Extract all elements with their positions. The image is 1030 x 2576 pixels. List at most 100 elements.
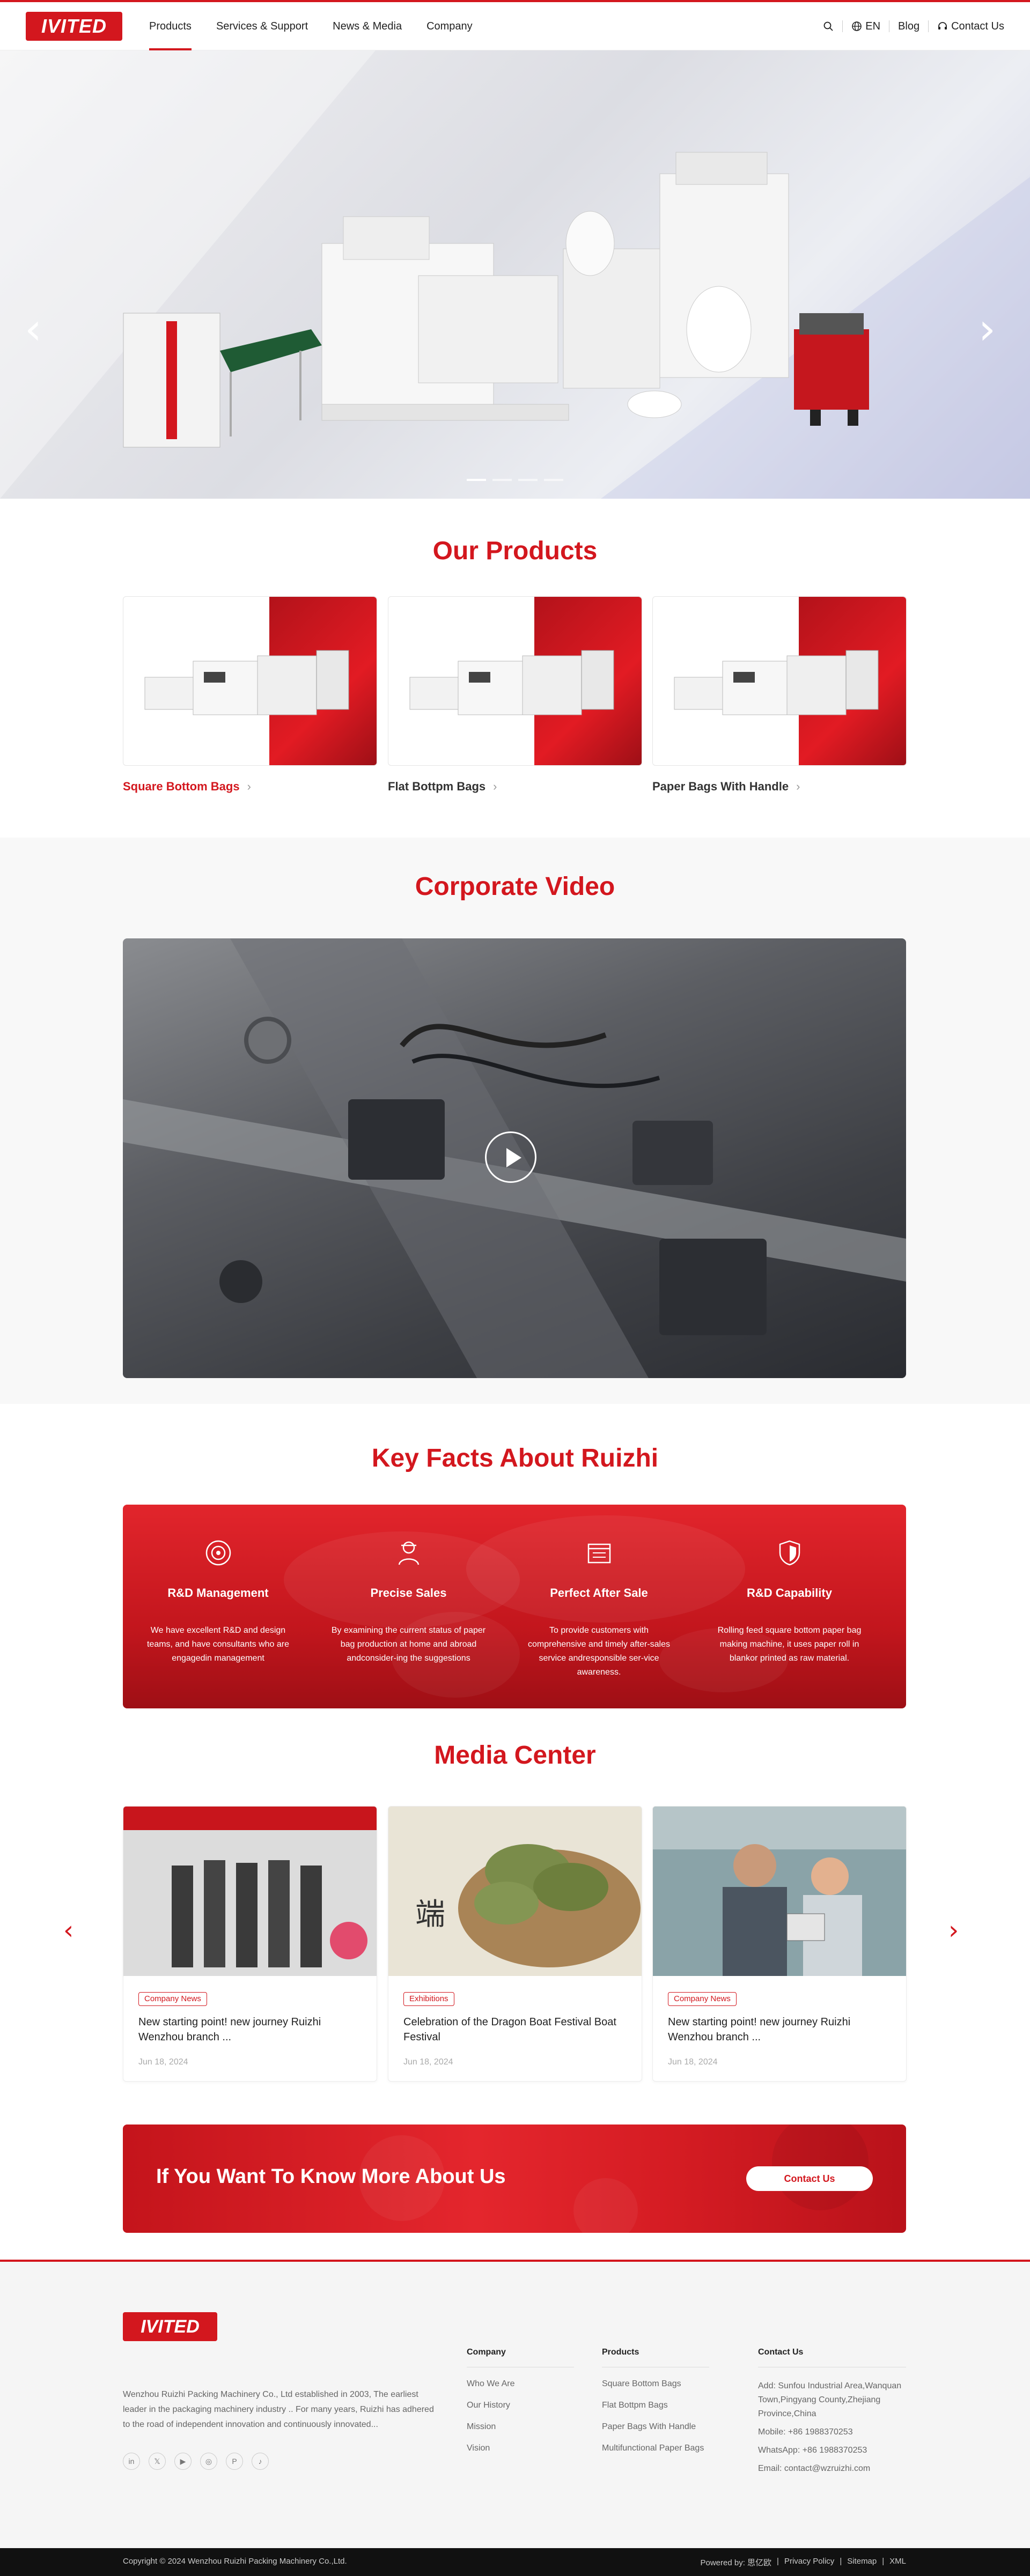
carousel-dot[interactable] [544,479,563,481]
fact-text: To provide customers with comprehensive … [527,1626,670,1677]
nav-news-media[interactable]: News & Media [333,2,402,50]
footer-company-col: Company Who We Are Our History Mission V… [467,2348,574,2465]
privacy-policy-link[interactable]: Privacy Policy [784,2557,834,2568]
nav-company[interactable]: Company [426,2,473,50]
fact-perfect-after-sale: Perfect After Sale To provide customers … [504,1505,694,1708]
footer-whatsapp: WhatsApp: +86 1988370253 [758,2446,867,2455]
divider [842,20,843,32]
footer-link-square-bottom-bags[interactable]: Square Bottom Bags [602,2379,709,2389]
news-card[interactable]: Company News New starting point! new jou… [123,1806,377,2082]
instagram-icon[interactable]: ◎ [200,2453,217,2470]
fact-title: Perfect After Sale [550,1586,648,1600]
footer-col-heading: Contact Us [758,2348,906,2367]
news-image [653,1807,906,1976]
nav-services-support[interactable]: Services & Support [216,2,308,50]
footer-logo[interactable]: IVITED [123,2312,217,2341]
news-title: New starting point! new journey Ruizhi W… [138,2016,321,2043]
chevron-right-icon: › [493,780,497,793]
contact-banner: If You Want To Know More About Us Contac… [123,2125,906,2233]
product-link-flat-bottom-bags[interactable]: Flat Bottpm Bags › [388,780,497,794]
product-image [674,650,879,715]
news-title: Celebration of the Dragon Boat Festival … [403,2016,616,2043]
divider: | [882,2557,885,2566]
product-label: Paper Bags With Handle [652,780,789,793]
product-card[interactable] [388,596,642,766]
footer-address: Add: Sunfou Industrial Area,Wanquan Town… [758,2381,902,2418]
pinterest-icon[interactable]: P [226,2453,243,2470]
divider [928,20,929,32]
footer-link-who-we-are[interactable]: Who We Are [467,2379,574,2389]
products-title: Our Products [432,537,598,565]
fact-text: We have excellent R&D and design teams, … [146,1626,290,1663]
contact-link[interactable]: Contact Us [937,20,1004,33]
svg-text:端: 端 [415,1897,445,1932]
sitemap-link[interactable]: Sitemap [847,2557,877,2568]
copyright-links: Powered by: 思亿欧 | Privacy Policy | Sitem… [701,2557,907,2568]
play-button[interactable] [485,1131,536,1183]
footer-products-col: Products Square Bottom Bags Flat Bottpm … [602,2348,709,2465]
fact-text: By examining the current status of paper… [331,1626,486,1663]
salesperson-icon [398,1541,420,1565]
fact-title: Precise Sales [370,1586,447,1600]
tiktok-icon[interactable]: ♪ [252,2453,269,2470]
footer-description: Wenzhou Ruizhi Packing Machinery Co., Lt… [123,2390,434,2429]
fact-rd-capability: R&D Capability Rolling feed square botto… [694,1505,885,1708]
product-card[interactable] [123,596,377,766]
carousel-dot[interactable] [518,479,538,481]
hero-prev-arrow[interactable]: ‹ [25,308,42,351]
product-card[interactable] [652,596,907,766]
media-title: Media Center [434,1741,596,1770]
x-twitter-icon[interactable]: 𝕏 [149,2453,166,2470]
site-footer: IVITED Wenzhou Ruizhi Packing Machinery … [0,2262,1030,2548]
footer-link-multifunctional-paper-bags[interactable]: Multifunctional Paper Bags [602,2444,709,2453]
hero-machine-image [123,152,869,448]
footer-link-vision[interactable]: Vision [467,2444,574,2453]
footer-link-paper-bags-with-handle[interactable]: Paper Bags With Handle [602,2422,709,2432]
footer-link-mission[interactable]: Mission [467,2422,574,2432]
social-links: in 𝕏 ▶ ◎ P ♪ [123,2453,269,2470]
footer-link-our-history[interactable]: Our History [467,2401,574,2410]
fact-text: Rolling feed square bottom paper bag mak… [717,1626,862,1663]
news-date: Jun 18, 2024 [668,2057,718,2067]
news-card[interactable]: 端 Exhibitions Celebration of the Dragon … [388,1806,642,2082]
logo[interactable]: IVITED [26,12,122,41]
carousel-dots [467,479,563,481]
document-service-icon [587,1543,611,1564]
carousel-dot[interactable] [467,479,486,481]
hero-carousel: ‹ › [0,50,1030,499]
product-link-square-bottom-bags[interactable]: Square Bottom Bags › [123,780,251,794]
blog-link[interactable]: Blog [898,20,919,33]
media-prev-arrow[interactable]: ‹ [63,1915,73,1945]
media-next-arrow[interactable]: › [948,1915,959,1945]
powered-by[interactable]: Powered by: 思亿欧 [701,2557,772,2568]
news-image: 端 [388,1807,642,1976]
nav-products[interactable]: Products [149,2,192,50]
xml-link[interactable]: XML [889,2557,906,2568]
contact-label: Contact Us [951,20,1004,32]
product-link-paper-bags-with-handle[interactable]: Paper Bags With Handle › [652,780,800,794]
contact-us-button[interactable]: Contact Us [746,2166,873,2191]
product-label: Square Bottom Bags [123,780,240,793]
copyright-text: Copyright © 2024 Wenzhou Ruizhi Packing … [123,2557,347,2566]
news-tag: Company News [138,1992,207,2006]
youtube-icon[interactable]: ▶ [174,2453,192,2470]
chevron-right-icon: › [247,780,251,793]
news-title: New starting point! new journey Ruizhi W… [668,2016,851,2043]
hero-next-arrow[interactable]: › [979,308,996,351]
video-title: Corporate Video [415,872,615,901]
search-icon[interactable] [823,21,834,32]
linkedin-icon[interactable]: in [123,2453,140,2470]
facts-title: Key Facts About Ruizhi [371,1444,659,1472]
fact-rd-management: R&D Management We have excellent R&D and… [123,1505,313,1708]
news-card[interactable]: Company News New starting point! new jou… [652,1806,907,2082]
news-image [123,1807,377,1976]
language-switch[interactable]: EN [851,20,880,33]
footer-email[interactable]: Email: contact@wzruizhi.com [758,2462,908,2476]
divider: | [840,2557,842,2566]
product-image [409,650,614,715]
carousel-dot[interactable] [492,479,512,481]
fact-title: R&D Management [167,1586,269,1600]
footer-col-heading: Company [467,2348,574,2367]
news-tag: Exhibitions [403,1992,454,2006]
footer-link-flat-bottom-bags[interactable]: Flat Bottpm Bags [602,2401,709,2410]
